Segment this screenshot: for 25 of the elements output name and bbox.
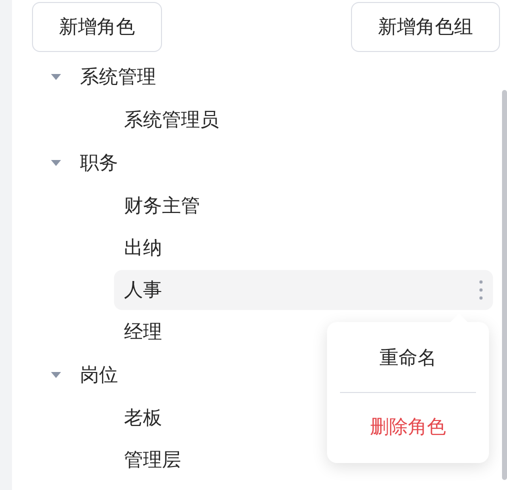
tree-item-label: 经理 xyxy=(124,320,162,345)
tree-item[interactable]: 出纳 xyxy=(114,228,172,268)
caret-icon[interactable] xyxy=(50,370,62,378)
tree-item[interactable]: 系统管理员 xyxy=(114,100,229,140)
scrollbar[interactable] xyxy=(502,90,507,480)
add-button[interactable]: 新增角色 xyxy=(32,2,162,52)
tree-item-label: 管理层 xyxy=(124,448,181,473)
caret-icon[interactable] xyxy=(50,72,62,80)
tree-group-label[interactable]: 职务 xyxy=(80,150,118,176)
menu-item[interactable]: 重命名 xyxy=(327,326,489,390)
tree-item-label: 人事 xyxy=(124,278,162,303)
tree-item-label: 系统管理员 xyxy=(124,108,219,133)
tree-item-label: 出纳 xyxy=(124,236,162,261)
tree-item[interactable]: 经理 xyxy=(114,312,172,352)
caret-icon[interactable] xyxy=(50,158,62,166)
tree-item[interactable]: 财务主管 xyxy=(114,186,210,226)
more-icon[interactable] xyxy=(479,280,483,300)
add-button[interactable]: 新增角色组 xyxy=(351,2,500,52)
delete-menu-item[interactable]: 删除角色 xyxy=(327,395,489,459)
tree-group-label[interactable]: 岗位 xyxy=(80,362,118,388)
tree-item[interactable]: 管理层 xyxy=(114,440,191,480)
tree-item-label: 财务主管 xyxy=(124,194,200,219)
tree-group-label[interactable]: 系统管理 xyxy=(80,64,156,90)
tree-item-label: 老板 xyxy=(124,406,162,431)
tree-item[interactable]: 老板 xyxy=(114,398,172,438)
